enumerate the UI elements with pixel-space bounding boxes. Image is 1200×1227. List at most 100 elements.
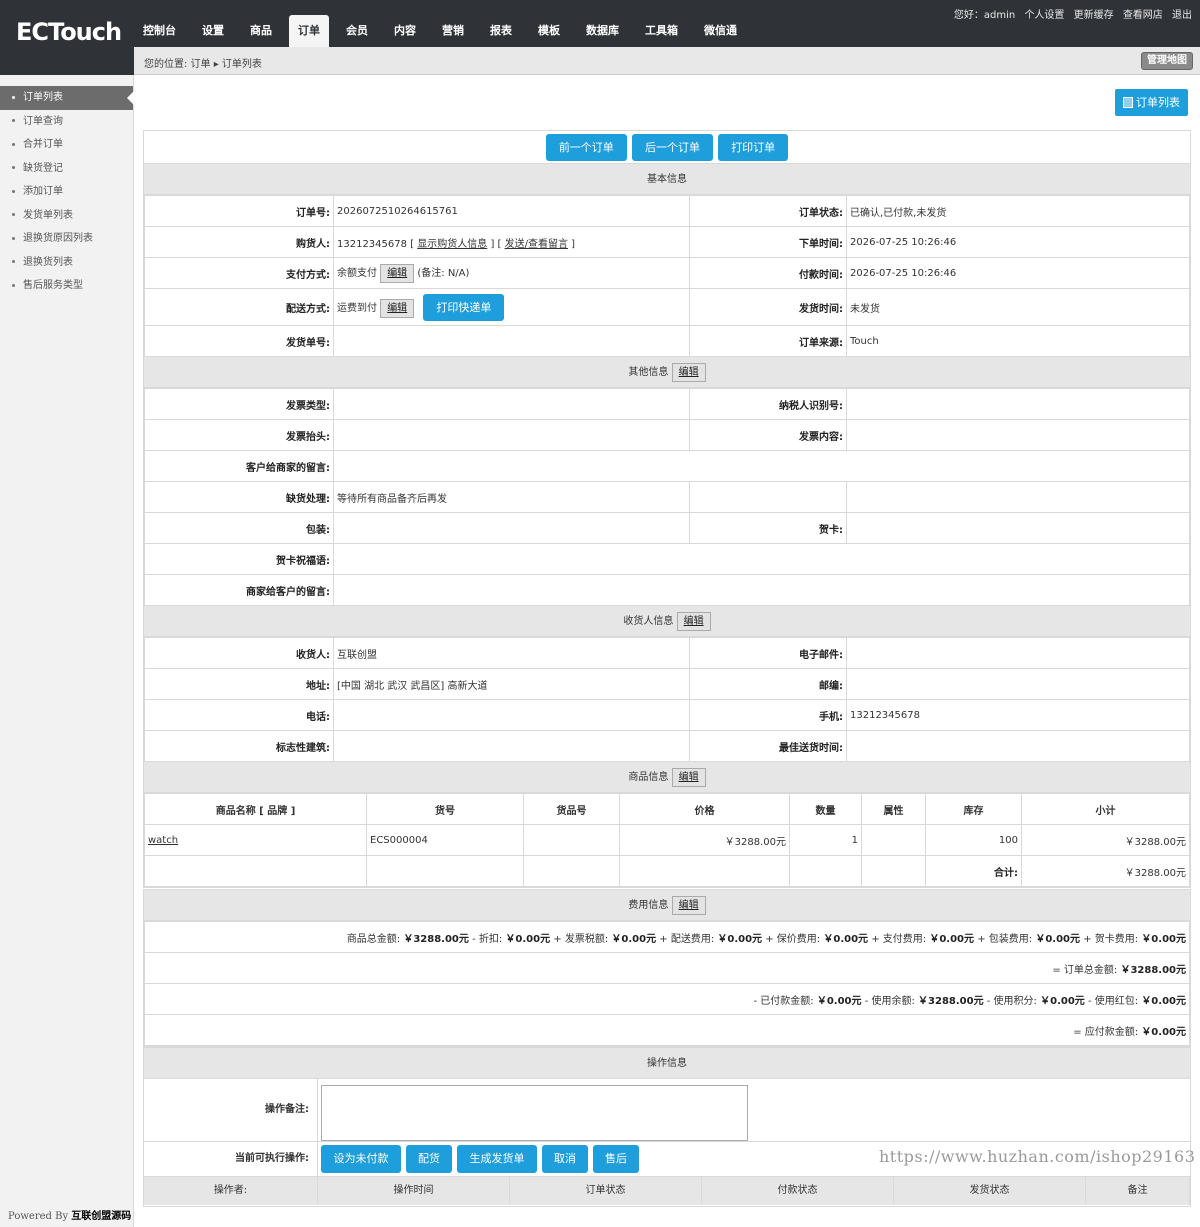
invoice-no-label: 发货单号: [144,325,334,357]
nav-item-4[interactable]: 会员 [337,15,377,47]
goods-total-label: 合计: [925,855,1022,887]
client-message-value [333,450,1190,482]
fee-section: 费用信息 编辑 商品总金额: ￥3288.00元 - 折扣: ￥0.00元 + … [143,889,1191,1047]
next-order-button[interactable]: 后一个订单 [632,134,713,161]
goods-col-header: 货品号 [523,793,620,825]
show-buyer-link[interactable]: 显示购货人信息 [417,239,487,250]
nav-item-8[interactable]: 模板 [529,15,569,47]
operation-title: 操作信息 [144,1048,1190,1079]
logout-link[interactable]: 退出 [1172,10,1192,21]
fee-item-value: ￥0.00元 [1141,933,1186,945]
log-col-header: 发货状态 [894,1177,1086,1205]
sidebar-item-0[interactable]: 订单列表 [0,86,134,110]
powered-brand[interactable]: 互联创盟源码 [71,1211,131,1222]
sidebar-item-5[interactable]: 发货单列表 [0,204,133,228]
sidebar-item-8[interactable]: 售后服务类型 [0,274,133,298]
fee-item-label: + 支付费用: [868,933,930,945]
goods-price: ￥3288.00元 [619,824,790,856]
nav-item-6[interactable]: 营销 [433,15,473,47]
refresh-cache-link[interactable]: 更新缓存 [1074,10,1114,21]
mobile-value: 13212345678 [846,699,1190,731]
goods-section: 商品信息 编辑 商品名称 [ 品牌 ] 货号 货品号 价格 数量 属性 库存 小计 watch… [143,761,1191,888]
top-bar: ECTouch 您好：admin 个人设置 更新缓存 查看网店 退出 控制台 设置… [0,0,1200,75]
fee-table: 商品总金额: ￥3288.00元 - 折扣: ￥0.00元 + 发票税额: ￥0… [144,921,1190,1046]
table-row: 配送方式: 运费到付 编辑 打印快递单 发货时间: 未发货 [144,288,1190,326]
merchant-message-label: 商家给客户的留言: [144,574,334,606]
nav-item-9[interactable]: 数据库 [577,15,628,47]
nav-item-10[interactable]: 工具箱 [636,15,687,47]
table-row: watch ECS000004 ￥3288.00元 1 100 ￥3288.00… [144,824,1190,856]
edit-payment-button[interactable]: 编辑 [380,263,415,283]
sidebar-item-2[interactable]: 合并订单 [0,133,133,157]
log-col-header: 付款状态 [702,1177,894,1205]
order-list-button[interactable]: 订单列表 [1115,89,1188,116]
empty-cell [523,855,620,887]
action-log-header: 操作者: 操作时间 订单状态 付款状态 发货状态 备注 [144,1177,1190,1205]
operation-note-textarea[interactable] [321,1085,748,1141]
fee-line-paid: - 已付款金额: ￥0.00元 - 使用余额: ￥3288.00元 - 使用积分… [144,983,1190,1015]
payment-cell: 余额支付 编辑 (备注: N/A) [333,257,690,289]
invoice-content-label: 发票内容: [689,419,847,451]
action-button-3[interactable]: 取消 [542,1145,588,1173]
main-nav: 控制台 设置 商品 订单 会员 内容 营销 报表 模板 数据库 工具箱 微信通 [134,15,754,47]
address-label: 地址: [144,668,334,700]
sidebar-item-1[interactable]: 订单查询 [0,110,133,134]
card-label: 贺卡: [689,512,847,544]
edit-other-info-button[interactable]: 编辑 [671,362,706,382]
buyer-value: 13212345678 [337,238,407,250]
tel-label: 电话: [144,699,334,731]
consignee-title: 收货人信息 [623,616,674,627]
print-order-button[interactable]: 打印订单 [718,134,789,161]
fee-item-label: + 配送费用: [656,933,718,945]
action-button-4[interactable]: 售后 [593,1145,639,1173]
print-express-button[interactable]: 打印快递单 [423,293,505,321]
consignee-name-value: 互联创盟 [333,637,690,669]
personal-settings-link[interactable]: 个人设置 [1024,10,1064,21]
order-sn-value: 2026072510264615761 [333,195,690,227]
nav-item-2[interactable]: 商品 [241,15,281,47]
ectouch-logo[interactable]: ECTouch [16,18,126,52]
edit-shipping-button[interactable]: 编辑 [380,298,415,318]
edit-goods-button[interactable]: 编辑 [671,767,706,787]
edit-consignee-button[interactable]: 编辑 [676,611,711,631]
fee-item-label: + 保价费用: [762,933,824,945]
prev-order-button[interactable]: 前一个订单 [545,134,627,161]
breadcrumb-bar: 您的位置: 订单 ▸ 订单列表 管理地图 [134,47,1200,75]
goods-name-link[interactable]: watch [148,835,178,846]
buyer-message-link[interactable]: 发送/查看留言 [505,239,568,250]
nav-item-3[interactable]: 订单 [289,15,329,47]
operation-note-row: 操作备注: [144,1079,1190,1142]
log-col-header: 备注 [1086,1177,1190,1205]
log-col-header: 操作时间 [318,1177,510,1205]
building-label: 标志性建筑: [144,730,334,762]
fee-item-label: 商品总金额: [346,933,404,945]
watermark: https://www.huzhan.com/ishop29163 [879,1147,1196,1166]
edit-fee-button[interactable]: 编辑 [671,895,706,915]
package-value [333,512,690,544]
sidebar-item-4[interactable]: 添加订单 [0,180,133,204]
top-links: 您好：admin 个人设置 更新缓存 查看网店 退出 [948,6,1192,21]
mobile-label: 手机: [689,699,847,731]
action-button-2[interactable]: 生成发货单 [457,1145,537,1173]
sidebar-item-7[interactable]: 退换货列表 [0,251,133,275]
nav-item-5[interactable]: 内容 [385,15,425,47]
table-row: 客户给商家的留言: [144,450,1190,482]
email-label: 电子邮件: [689,637,847,669]
sidebar-item-6[interactable]: 退换货原因列表 [0,227,133,251]
fee-item-value: ￥0.00元 [1040,995,1085,1007]
view-shop-link[interactable]: 查看网店 [1123,10,1163,21]
nav-item-7[interactable]: 报表 [481,15,521,47]
best-time-value [846,730,1190,762]
fee-item-label: - 折扣: [468,933,506,945]
action-button-1[interactable]: 配货 [406,1145,452,1173]
nav-item-11[interactable]: 微信通 [695,15,746,47]
action-button-0[interactable]: 设为未付款 [321,1145,401,1173]
sitemap-button[interactable]: 管理地图 [1141,52,1193,70]
operation-note-label: 操作备注: [144,1079,318,1141]
table-row: 购货人: 13212345678 [ 显示购货人信息 ] [ 发送/查看留言 ]… [144,226,1190,258]
sidebar-item-3[interactable]: 缺货登记 [0,157,133,181]
fee-item-value: ￥3288.00元 [1120,964,1186,976]
app: ECTouch 您好：admin 个人设置 更新缓存 查看网店 退出 控制台 设置… [0,0,1200,1227]
nav-item-1[interactable]: 设置 [193,15,233,47]
nav-item-0[interactable]: 控制台 [134,15,185,47]
